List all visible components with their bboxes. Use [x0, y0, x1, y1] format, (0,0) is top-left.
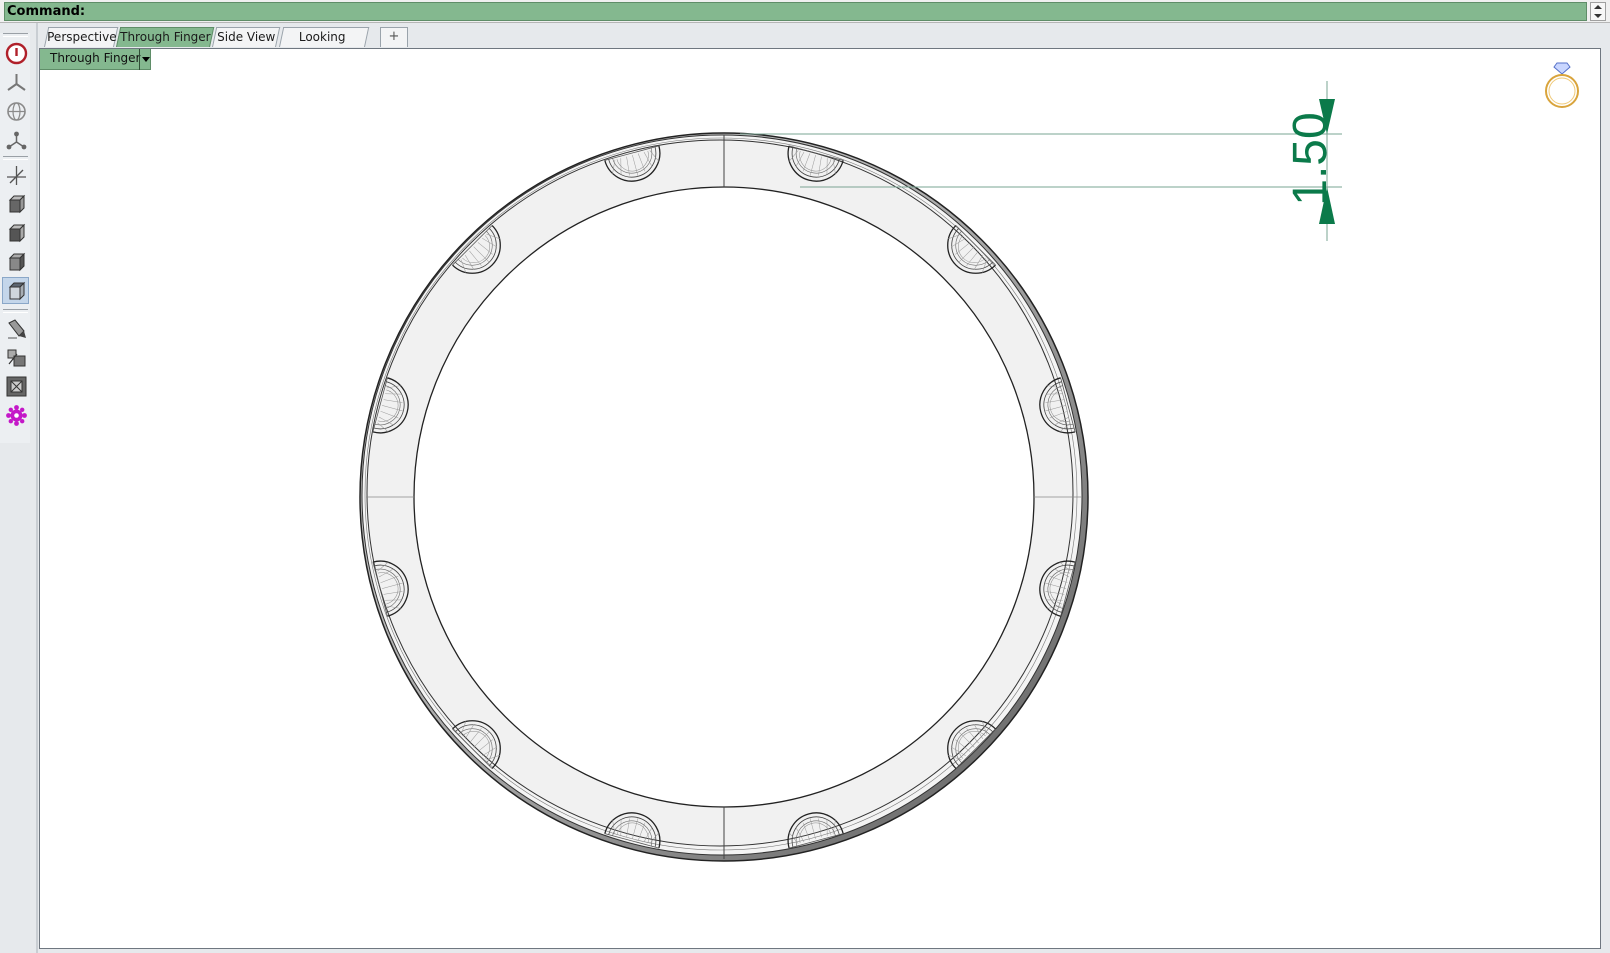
box-top-icon[interactable]: [2, 277, 29, 304]
tab-label: Through Finger: [119, 30, 211, 44]
viewport-tabs: Perspective Through Finger Side View Loo…: [38, 27, 1598, 62]
tab-looking-down[interactable]: Looking Down: [279, 27, 370, 62]
tab-through-finger[interactable]: Through Finger: [116, 27, 215, 47]
viewport-through-finger[interactable]: 1.50 Through Finger: [39, 48, 1601, 949]
tab-label: Perspective: [47, 30, 117, 44]
add-tab-icon: +: [388, 29, 400, 44]
command-scrollbar[interactable]: [1590, 2, 1606, 21]
box-side-icon[interactable]: [2, 248, 29, 275]
tab-perspective[interactable]: Perspective: [44, 27, 119, 47]
command-label: Command:: [7, 4, 86, 19]
left-toolbar: [0, 33, 30, 443]
toolbar-separator: [3, 309, 28, 313]
scroll-up-icon[interactable]: [1594, 5, 1602, 9]
model-canvas[interactable]: 1.50: [40, 49, 1601, 949]
scroll-down-icon[interactable]: [1594, 14, 1602, 18]
ring-icon: [1545, 62, 1579, 108]
box-front-icon[interactable]: [2, 219, 29, 246]
ring-model[interactable]: [359, 132, 1089, 862]
shapes-icon[interactable]: [2, 343, 29, 370]
tab-side-view[interactable]: Side View: [212, 27, 281, 47]
power-icon[interactable]: [2, 39, 29, 66]
globe-icon[interactable]: [2, 97, 29, 124]
nodes-icon[interactable]: [2, 126, 29, 153]
pen-icon[interactable]: [2, 314, 29, 341]
viewport-name-label[interactable]: Through Finger: [40, 49, 151, 70]
command-input[interactable]: Command:: [4, 2, 1587, 21]
dimension-value: 1.50: [1284, 112, 1337, 205]
tab-label: Side View: [217, 30, 276, 44]
toolbar-separator: [3, 156, 28, 160]
ring-inner-edge: [413, 186, 1035, 808]
xyz-axes-icon[interactable]: [2, 161, 29, 188]
gear-icon[interactable]: [2, 401, 29, 428]
viewport-name: Through Finger: [50, 51, 141, 65]
panel-divider[interactable]: [36, 23, 38, 953]
add-tab-button[interactable]: +: [380, 27, 408, 47]
command-bar: Command:: [0, 0, 1610, 23]
frame-icon[interactable]: [2, 372, 29, 399]
toolbar-grip[interactable]: [3, 33, 28, 37]
box-view-icon[interactable]: [2, 190, 29, 217]
axis-icon[interactable]: [2, 68, 29, 95]
viewport-menu-dropdown[interactable]: [139, 49, 152, 70]
